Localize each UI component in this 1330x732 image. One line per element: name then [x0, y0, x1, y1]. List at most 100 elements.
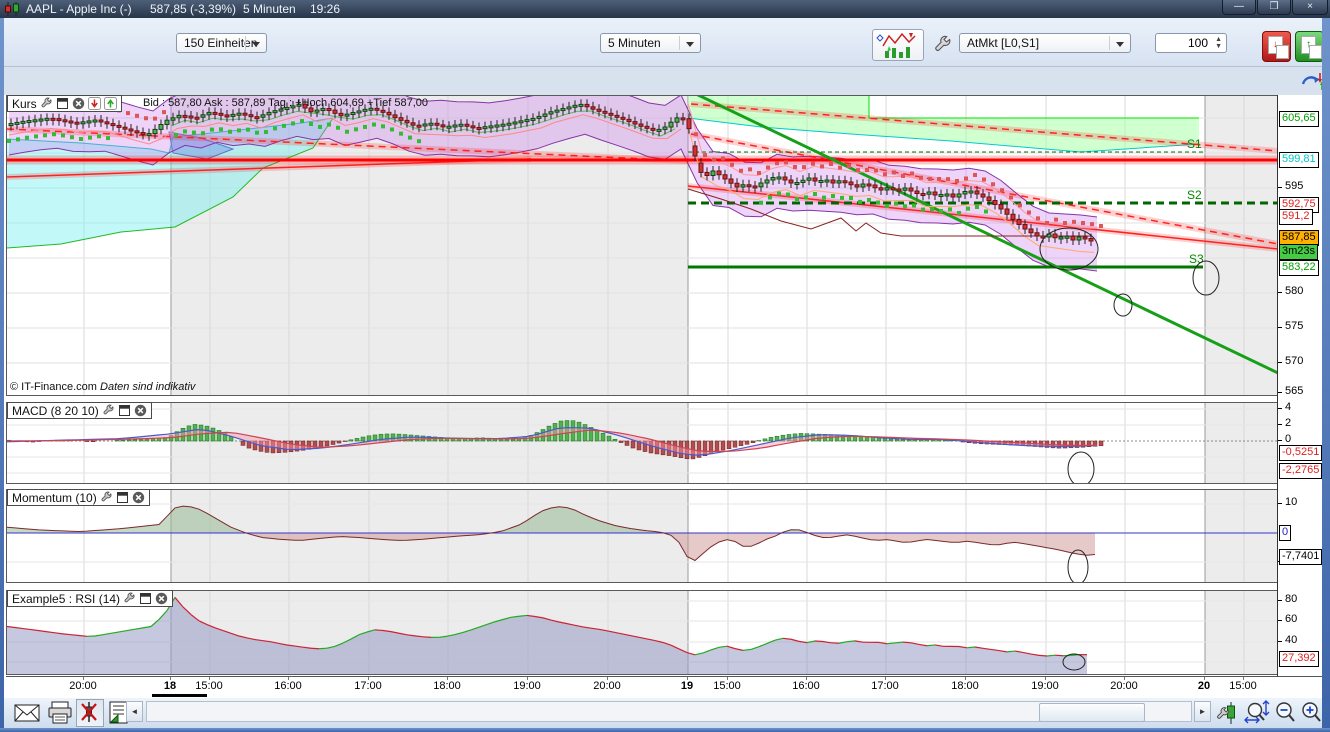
- horizontal-scrollbar[interactable]: [146, 701, 1192, 722]
- momentum-chart[interactable]: [6, 489, 1277, 583]
- close-button[interactable]: ×: [1292, 0, 1328, 15]
- kurs-panel-header: Kurs: [7, 95, 122, 112]
- time-tick-label: 19:00: [513, 680, 541, 692]
- kurs-panel-label: Kurs: [12, 97, 37, 111]
- time-tick-label: 15:00: [713, 680, 741, 692]
- wrench-icon[interactable]: [102, 404, 115, 417]
- price-value-label: 3m23s: [1279, 244, 1318, 260]
- rsi-tick-label: 60: [1285, 613, 1297, 625]
- price-axis[interactable]: 595580575570565605,65599,81592,75591,258…: [1277, 95, 1322, 676]
- wrench-icon[interactable]: [100, 491, 113, 504]
- order-type-dropdown[interactable]: AtMkt [L0,S1]: [959, 33, 1131, 53]
- time-tick-label: 16:00: [274, 680, 302, 692]
- sell-button[interactable]: ↓: [1262, 31, 1291, 62]
- chart-style-button[interactable]: [872, 29, 924, 61]
- macd-tick-mark: [1278, 424, 1282, 425]
- title-instrument: AAPL - Apple Inc (-): [26, 2, 132, 16]
- detach-window-icon[interactable]: [139, 592, 152, 605]
- close-icon[interactable]: [72, 97, 85, 110]
- units-dropdown[interactable]: 150 Einheiten: [176, 33, 267, 53]
- scrollbar-thumb[interactable]: [1039, 703, 1145, 722]
- price-tick-mark: [1278, 187, 1282, 188]
- level-label-S2: S2: [1187, 188, 1202, 202]
- detach-window-icon[interactable]: [56, 97, 69, 110]
- macd-chart[interactable]: [6, 402, 1277, 484]
- momentum-value-label: -7,7401: [1279, 549, 1322, 565]
- scroll-right-button[interactable]: ►: [1194, 701, 1211, 722]
- close-icon[interactable]: [155, 592, 168, 605]
- quantity-stepper[interactable]: 100 ▲▼: [1155, 33, 1227, 53]
- macd-tick-label: 4: [1285, 401, 1291, 413]
- rsi-tick-mark: [1278, 641, 1282, 642]
- title-time: 19:26: [310, 2, 340, 16]
- zoom-in-icon[interactable]: [1300, 700, 1324, 726]
- stepper-arrows-icon[interactable]: ▲▼: [1215, 36, 1222, 50]
- copyright-note: © IT-Finance.com Daten sind indikativ: [10, 381, 195, 393]
- buy-arrow-button[interactable]: [104, 97, 117, 110]
- price-tick-label: 575: [1285, 320, 1303, 332]
- window-border-bottom: [0, 728, 1330, 732]
- price-tick-mark: [1278, 362, 1282, 363]
- realtime-off-button[interactable]: [76, 699, 104, 727]
- maximize-button[interactable]: ❒: [1257, 0, 1291, 15]
- level-label-S3: S3: [1189, 252, 1204, 266]
- rsi-chart[interactable]: [6, 590, 1277, 675]
- time-tick-label: 18:00: [951, 680, 979, 692]
- macd-tick-label: 0: [1285, 433, 1291, 445]
- time-tick-label: 18: [164, 680, 176, 692]
- chevron-down-icon: [686, 42, 694, 47]
- buy-button[interactable]: ↑: [1295, 31, 1324, 62]
- bottom-toolbar: ◄ ►: [4, 698, 1322, 728]
- detach-window-icon[interactable]: [118, 404, 131, 417]
- time-tick-label: 17:00: [871, 680, 899, 692]
- title-bar[interactable]: AAPL - Apple Inc (-) 587,85 (-3,39%) 5 M…: [0, 0, 1330, 18]
- macd-value-label: -2,2765: [1279, 463, 1322, 479]
- price-tick-label: 580: [1285, 285, 1303, 297]
- macd-panel-label: MACD (8 20 10): [12, 404, 99, 418]
- time-tick-label: 19:00: [1031, 680, 1059, 692]
- rsi-tick-mark: [1278, 600, 1282, 601]
- window-border-left: [0, 18, 4, 732]
- chart-style-icon: [873, 30, 923, 60]
- price-chart[interactable]: S1S2S3: [6, 95, 1277, 396]
- wrench-icon[interactable]: [933, 35, 953, 55]
- macd-value-label: -0,5251: [1279, 445, 1322, 461]
- minimize-button[interactable]: —: [1222, 0, 1256, 15]
- macd-tick-label: 2: [1285, 417, 1291, 429]
- sell-arrow-button[interactable]: [88, 97, 101, 110]
- macd-panel-header: MACD (8 20 10): [7, 402, 152, 419]
- momentum-tick-mark: [1278, 503, 1282, 504]
- rsi-panel-label: Example5 : RSI (14): [12, 592, 120, 606]
- quantity-value: 100: [1188, 36, 1208, 50]
- reverse-position-icon[interactable]: [1300, 69, 1324, 93]
- zoom-fit-icon[interactable]: [1244, 700, 1272, 726]
- timeframe-dropdown[interactable]: 5 Minuten: [600, 33, 701, 53]
- window-border-right: [1322, 18, 1330, 732]
- wrench-icon[interactable]: [40, 97, 53, 110]
- close-icon[interactable]: [134, 404, 147, 417]
- macd-tick-mark: [1278, 440, 1282, 441]
- zoom-out-icon[interactable]: [1274, 700, 1298, 726]
- price-value-label: 583,22: [1279, 260, 1319, 276]
- time-tick-label: 15:00: [1229, 680, 1257, 692]
- momentum-panel-header: Momentum (10): [7, 489, 150, 506]
- close-icon[interactable]: [132, 491, 145, 504]
- time-tick-label: 18:00: [433, 680, 461, 692]
- price-tick-mark: [1278, 327, 1282, 328]
- realtime-off-icon: [77, 700, 101, 724]
- dropdown-separator: [245, 36, 246, 50]
- dropdown-separator: [1109, 36, 1110, 50]
- price-tick-mark: [1278, 292, 1282, 293]
- wrench-icon[interactable]: [123, 592, 136, 605]
- chart-settings-icon[interactable]: [1216, 700, 1238, 726]
- momentum-panel-label: Momentum (10): [12, 491, 97, 505]
- annotation-circle: [1068, 550, 1088, 583]
- print-icon[interactable]: [46, 701, 74, 725]
- email-icon[interactable]: [14, 703, 40, 723]
- bid-ask-info: Bid : 587,80 Ask : 587,89 Tag : +Hoch 60…: [143, 97, 428, 109]
- momentum-value-label: 0: [1279, 525, 1291, 541]
- time-tick-label: 17:00: [354, 680, 382, 692]
- scroll-left-button[interactable]: ◄: [126, 701, 143, 722]
- price-value-label: 605,65: [1279, 111, 1319, 127]
- detach-window-icon[interactable]: [116, 491, 129, 504]
